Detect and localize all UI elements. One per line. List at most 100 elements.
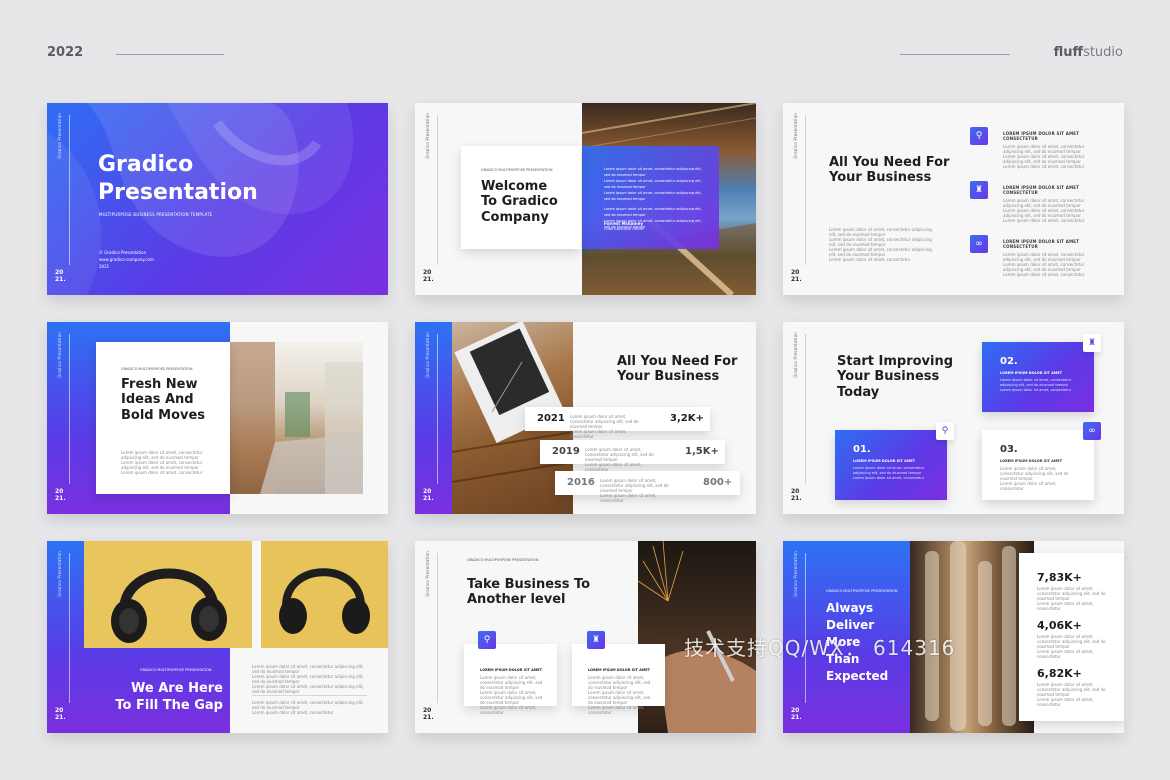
side-rule bbox=[437, 115, 438, 265]
kicker: GRADICO MULTIPURPOSE PRESENTATION bbox=[140, 668, 212, 672]
slide-timeline[interactable]: Gradico Presentation All You Need For You… bbox=[415, 322, 756, 514]
ideas-paragraph: Lorem ipsum dolor sit amet, consectetur … bbox=[121, 450, 203, 475]
link-icon: ∞ bbox=[970, 235, 988, 253]
link-icon: ∞ bbox=[1083, 422, 1101, 440]
chess-icon: ♜ bbox=[587, 631, 605, 649]
gap-title: We Are Here To Fill The Gap bbox=[115, 681, 223, 713]
side-label: Gradico Presentation bbox=[793, 551, 798, 597]
timeline-row: 2019 Lorem ipsum dolor sit amet, consect… bbox=[540, 440, 725, 472]
slide-fill-the-gap[interactable]: Gradico Presentation GRADICO MULTIPURPOS… bbox=[47, 541, 388, 733]
slide-year: 20 21. bbox=[423, 269, 434, 283]
watermark: 技术支持QQ/WX： 614316 bbox=[684, 636, 956, 660]
ideas-card: GRADICO MULTIPURPOSE PRESENTATION Fresh … bbox=[96, 342, 230, 494]
slide-fresh-ideas[interactable]: Gradico Presentation GRADICO MULTIPURPOS… bbox=[47, 322, 388, 514]
cover-meta-year: 2021 bbox=[99, 264, 110, 269]
search-icon: ⚲ bbox=[936, 422, 954, 440]
feature-card: LOREM IPSUM DOLOR SIT AMET Lorem ipsum d… bbox=[464, 644, 557, 715]
timeline-value: 3,2K+ bbox=[670, 413, 704, 424]
headphones-photo-2 bbox=[261, 541, 388, 648]
brand-logo: fluffstudio bbox=[1054, 45, 1123, 60]
timeline-year: 2021 bbox=[537, 413, 565, 424]
kicker: GRADICO MULTIPURPOSE PRESENTATION bbox=[121, 367, 193, 371]
side-rule bbox=[437, 553, 438, 703]
step-card-02: 02. LOREM IPSUM DOLOR SIT AMET Lorem ips… bbox=[982, 342, 1094, 412]
slide-year: 20 21. bbox=[791, 269, 802, 283]
level-title: Take Business To Another level bbox=[467, 577, 591, 608]
stat-desc: Lorem ipsum dolor sit amet, consectetur … bbox=[1037, 634, 1106, 659]
gradient-strip bbox=[415, 322, 452, 514]
gap-paragraph-2: Lorem ipsum dolor sit amet, consectetur … bbox=[252, 700, 364, 715]
feature-card: LOREM IPSUM DOLOR SIT AMET Lorem ipsum d… bbox=[572, 644, 665, 715]
feature-item: LOREM IPSUM DOLOR SIT AMET CONSECTETUR L… bbox=[1003, 239, 1085, 277]
feature-item: LOREM IPSUM DOLOR SIT AMET CONSECTETUR L… bbox=[1003, 185, 1085, 223]
header-divider-left bbox=[116, 54, 224, 55]
side-label: Gradico Presentation bbox=[57, 332, 62, 378]
slide-all-you-need[interactable]: Gradico Presentation All You Need For You… bbox=[783, 103, 1124, 295]
timeline-desc: Lorem ipsum dolor sit amet, consectetur … bbox=[600, 478, 669, 503]
welcome-title: Welcome To Gradico Company bbox=[481, 179, 558, 225]
side-label: Gradico Presentation bbox=[793, 332, 798, 378]
brand-bold: fluff bbox=[1053, 45, 1084, 60]
side-rule bbox=[805, 334, 806, 484]
side-rule bbox=[437, 334, 438, 484]
section-title: All You Need For Your Business bbox=[829, 155, 950, 186]
intro-paragraph: Lorem ipsum dolor sit amet, consectetur … bbox=[829, 227, 932, 262]
side-rule bbox=[805, 553, 806, 703]
slide-cover[interactable]: Gradico Presentation Gradico Presentatio… bbox=[47, 103, 388, 295]
chess-icon: ♜ bbox=[970, 181, 988, 199]
feature-item: LOREM IPSUM DOLOR SIT AMET CONSECTETUR L… bbox=[1003, 131, 1085, 169]
ideas-title: Fresh New Ideas And Bold Moves bbox=[121, 377, 206, 423]
step-card-01: 01. LOREM IPSUM DOLOR SIT AMET Lorem ips… bbox=[835, 430, 947, 500]
kicker: GRADICO MULTIPURPOSE PRESENTATION bbox=[826, 589, 898, 593]
side-rule bbox=[69, 553, 70, 703]
timeline-year: 2016 bbox=[567, 477, 595, 488]
side-label: Gradico Presentation bbox=[57, 113, 62, 159]
slide-year: 20 21. bbox=[423, 707, 434, 721]
search-icon: ⚲ bbox=[970, 127, 988, 145]
timeline-value: 1,5K+ bbox=[685, 446, 719, 457]
stats-card: 7,83K+ Lorem ipsum dolor sit amet, conse… bbox=[1019, 553, 1124, 721]
side-label: Gradico Presentation bbox=[425, 332, 430, 378]
slide-year: 20 21. bbox=[791, 488, 802, 502]
slide-year: 20 21. bbox=[423, 488, 434, 502]
stat-value: 4,06K+ bbox=[1037, 619, 1082, 632]
slide-year: 20 21. bbox=[791, 707, 802, 721]
timeline-title: All You Need For Your Business bbox=[617, 354, 738, 385]
gap-paragraph-1: Lorem ipsum dolor sit amet, consectetur … bbox=[252, 664, 364, 694]
timeline-value: 800+ bbox=[703, 477, 733, 488]
slide-year: 20 21. bbox=[55, 269, 66, 283]
side-label: Gradico Presentation bbox=[425, 551, 430, 597]
timeline-row: 2021 Lorem ipsum dolor sit amet, consect… bbox=[525, 407, 710, 439]
stat-desc: Lorem ipsum dolor sit amet, consectetur … bbox=[1037, 586, 1106, 611]
chess-icon: ♜ bbox=[1083, 334, 1101, 352]
slide-welcome[interactable]: Gradico Presentation Lorem ipsum dolor s… bbox=[415, 103, 756, 295]
cover-title: Gradico Presentation bbox=[98, 151, 258, 207]
side-label: Gradico Presentation bbox=[425, 113, 430, 159]
year-label: 2022 bbox=[47, 45, 84, 60]
stat-value: 6,82K+ bbox=[1037, 667, 1082, 680]
kicker: GRADICO MULTIPURPOSE PRESENTATION bbox=[481, 168, 553, 172]
ceo-role: Chief Executive Officer bbox=[604, 227, 644, 231]
timeline-desc: Lorem ipsum dolor sit amet, consectetur … bbox=[570, 414, 639, 439]
header-divider-right bbox=[900, 54, 1010, 55]
stat-value: 7,83K+ bbox=[1037, 571, 1082, 584]
timeline-row: 2016 Lorem ipsum dolor sit amet, consect… bbox=[555, 471, 740, 503]
kitchen-photo bbox=[230, 342, 363, 494]
cover-subtitle: MULTIPURPOSE BUSINESS PRESENTATION TEMPL… bbox=[99, 212, 213, 217]
brand-light: studio bbox=[1083, 45, 1123, 60]
slide-year: 20 21. bbox=[55, 488, 66, 502]
slide-improving[interactable]: Gradico Presentation Start Improving Your… bbox=[783, 322, 1124, 514]
side-rule bbox=[69, 115, 70, 265]
side-label: Gradico Presentation bbox=[793, 113, 798, 159]
search-icon: ⚲ bbox=[478, 631, 496, 649]
cover-title-line-1: Gradico bbox=[98, 152, 194, 177]
step-card-03: 03. LOREM IPSUM DOLOR SIT AMET Lorem ips… bbox=[982, 430, 1094, 500]
cover-meta-website: www.gradico-company.com bbox=[99, 257, 154, 262]
slide-year: 20 21. bbox=[55, 707, 66, 721]
side-label: Gradico Presentation bbox=[57, 551, 62, 597]
welcome-card: GRADICO MULTIPURPOSE PRESENTATION Welcom… bbox=[461, 146, 581, 249]
ceo-name: Forrest Mckinney bbox=[604, 221, 644, 226]
kicker: GRADICO MULTIPURPOSE PRESENTATION bbox=[467, 558, 539, 562]
cover-title-line-2: Presentation bbox=[98, 180, 258, 205]
side-rule bbox=[69, 334, 70, 484]
